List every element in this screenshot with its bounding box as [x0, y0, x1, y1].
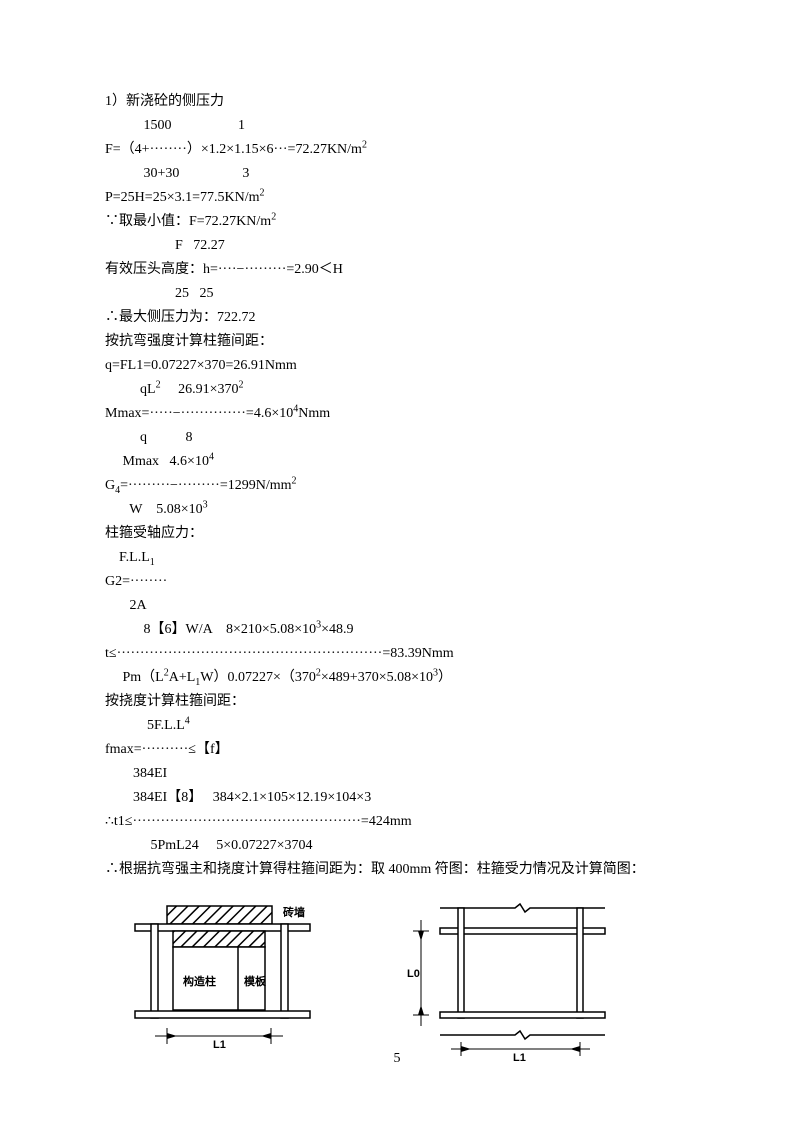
calc-line: ∴根据抗弯强主和挠度计算得柱箍间距为：取 400mm 符图：柱箍受力情况及计算简…	[105, 858, 689, 882]
calc-line: 384EI【8】 384×2.1×105×12.19×104×3	[105, 786, 689, 810]
calc-line: fmax=··········≤【f】	[105, 738, 689, 762]
right-diagram: L0 L1	[385, 900, 625, 1070]
calc-line: Mmax=·····−··············=4.6×104Nmm	[105, 402, 689, 426]
label-l0: L0	[407, 968, 420, 980]
calc-line: 30+30 3	[105, 162, 689, 186]
calc-line: Mmax 4.6×104	[105, 450, 689, 474]
page-number: 5	[0, 1051, 794, 1067]
calc-line: P=25H=25×3.1=77.5KN/m2	[105, 186, 689, 210]
calc-line: qL2 26.91×3702	[105, 378, 689, 402]
calc-line: 2A	[105, 594, 689, 618]
section-title: 1）新浇砼的侧压力	[105, 90, 689, 114]
calc-line: F.L.L1	[105, 546, 689, 570]
calc-line: 8【6】W/A 8×210×5.08×103×48.9	[105, 618, 689, 642]
label-muban: 模板	[244, 974, 267, 988]
figures-row: L1 砖墙 构造柱 模板 L0	[105, 900, 689, 1070]
calc-line: ∴最大侧压力为：722.72	[105, 306, 689, 330]
left-diagram: L1 砖墙 构造柱 模板	[125, 900, 335, 1060]
calc-line: ∴t1≤····································…	[105, 810, 689, 834]
calc-line: F=（4+········）×1.2×1.15×6···=72.27KN/m2	[105, 138, 689, 162]
calc-line: ∵取最小值：F=72.27KN/m2	[105, 210, 689, 234]
calc-line: 25 25	[105, 282, 689, 306]
label-brick: 砖墙	[283, 905, 305, 919]
calc-line: 按挠度计算柱箍间距：	[105, 690, 689, 714]
calc-line: q=FL1=0.07227×370=26.91Nmm	[105, 354, 689, 378]
label-gouzao: 构造柱	[183, 974, 216, 988]
calc-line: 5F.L.L4	[105, 714, 689, 738]
calc-line: q 8	[105, 426, 689, 450]
calc-line: G2=········	[105, 570, 689, 594]
calc-line: 5PmL24 5×0.07227×3704	[105, 834, 689, 858]
label-l1: L1	[213, 1039, 226, 1051]
calc-line: 384EI	[105, 762, 689, 786]
calc-line: G4=·········−·········=1299N/mm2	[105, 474, 689, 498]
calc-line: 按抗弯强度计算柱箍间距：	[105, 330, 689, 354]
document-page: 1）新浇砼的侧压力 1500 1 F=（4+········）×1.2×1.15…	[0, 0, 794, 1123]
calc-line: F 72.27	[105, 234, 689, 258]
calc-line: t≤······································…	[105, 642, 689, 666]
calc-line: Pm（L2A+L1W）0.07227×（3702×489+370×5.08×10…	[105, 666, 689, 690]
calc-line: 柱箍受轴应力：	[105, 522, 689, 546]
calc-line: 1500 1	[105, 114, 689, 138]
calc-line: W 5.08×103	[105, 498, 689, 522]
calc-line: 有效压头高度：h=····−·········=2.90＜H	[105, 258, 689, 282]
